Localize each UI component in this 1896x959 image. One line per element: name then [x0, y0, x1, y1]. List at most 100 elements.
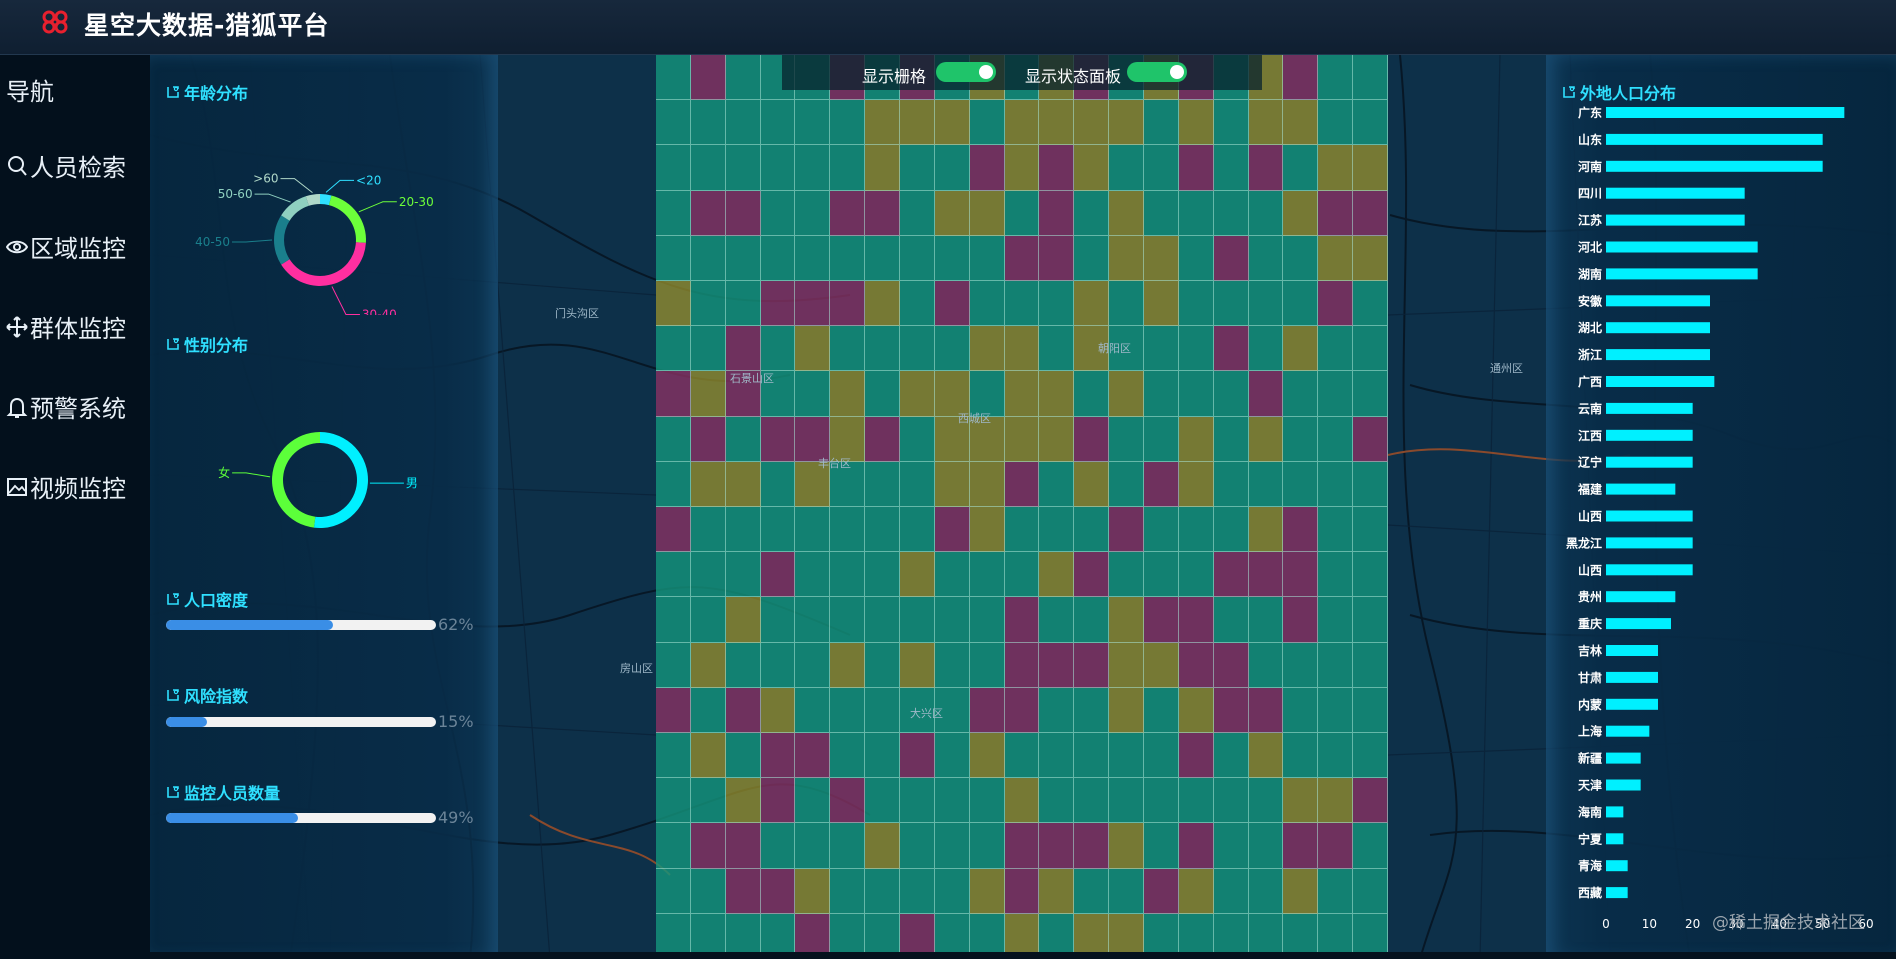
grid-cell[interactable] [934, 823, 970, 869]
grid-cell[interactable] [865, 100, 900, 146]
grid-cell[interactable] [1353, 416, 1388, 462]
grid-cell[interactable] [1283, 326, 1319, 372]
grid-cell[interactable] [760, 281, 796, 327]
grid-cell[interactable] [1109, 416, 1144, 462]
grid-cell[interactable] [865, 642, 900, 688]
grid-cell[interactable] [934, 326, 970, 372]
grid-cell[interactable] [656, 687, 691, 733]
grid-cell[interactable] [934, 778, 970, 824]
grid-cell[interactable] [690, 642, 726, 688]
bar[interactable] [1606, 107, 1845, 118]
grid-cell[interactable] [760, 823, 796, 869]
toggle-panel-switch[interactable] [1127, 62, 1187, 82]
grid-cell[interactable] [690, 326, 726, 372]
grid-cell[interactable] [900, 552, 935, 598]
grid-cell[interactable] [690, 507, 726, 553]
grid-cell[interactable] [795, 281, 831, 327]
grid-cell[interactable] [795, 778, 831, 824]
bar[interactable] [1606, 241, 1758, 253]
grid-cell[interactable] [1144, 642, 1179, 688]
grid-cell[interactable] [1318, 733, 1354, 779]
grid-cell[interactable] [830, 778, 866, 824]
grid-cell[interactable] [1248, 507, 1284, 553]
grid-cell[interactable] [1004, 371, 1040, 417]
grid-cell[interactable] [1318, 100, 1354, 146]
grid-cell[interactable] [1039, 100, 1075, 146]
grid-cell[interactable] [969, 597, 1005, 643]
grid-cell[interactable] [1074, 687, 1110, 733]
grid-cell[interactable] [1213, 461, 1249, 507]
grid-cell[interactable] [1318, 281, 1354, 327]
grid-cell[interactable] [1109, 597, 1144, 643]
age-donut-chart[interactable]: <20 20-30 30-40 40-50 50-60>60 [180, 165, 500, 315]
grid-cell[interactable] [1178, 281, 1214, 327]
grid-cell[interactable] [690, 461, 726, 507]
grid-cell[interactable] [1283, 552, 1319, 598]
bar[interactable] [1606, 295, 1710, 307]
bar[interactable] [1606, 537, 1693, 549]
donut-slice[interactable] [328, 195, 366, 243]
grid-cell[interactable] [1109, 778, 1144, 824]
grid-cell[interactable] [760, 868, 796, 914]
grid-cell[interactable] [760, 778, 796, 824]
grid-cell[interactable] [865, 371, 900, 417]
grid-cell[interactable] [1039, 416, 1075, 462]
grid-cell[interactable] [1178, 823, 1214, 869]
grid-cell[interactable] [1213, 552, 1249, 598]
grid-cell[interactable] [1144, 733, 1179, 779]
grid-cell[interactable] [1004, 687, 1040, 733]
grid-cell[interactable] [1178, 552, 1214, 598]
grid-cell[interactable] [1248, 145, 1284, 191]
grid-cell[interactable] [656, 416, 691, 462]
grid-cell[interactable] [1074, 371, 1110, 417]
grid-cell[interactable] [1039, 778, 1075, 824]
grid-cell[interactable] [1074, 100, 1110, 146]
grid-cell[interactable] [795, 868, 831, 914]
grid-cell[interactable] [760, 461, 796, 507]
grid-cell[interactable] [969, 100, 1005, 146]
grid-cell[interactable] [1213, 823, 1249, 869]
grid-cell[interactable] [1213, 371, 1249, 417]
grid-cell[interactable] [1074, 823, 1110, 869]
grid-cell[interactable] [795, 597, 831, 643]
grid-cell[interactable] [1318, 642, 1354, 688]
grid-cell[interactable] [656, 552, 691, 598]
grid-cell[interactable] [1144, 416, 1179, 462]
grid-cell[interactable] [1213, 326, 1249, 372]
grid-cell[interactable] [1248, 552, 1284, 598]
grid-cell[interactable] [969, 687, 1005, 733]
grid-cell[interactable] [1353, 55, 1388, 101]
grid-cell[interactable] [1144, 145, 1179, 191]
nav-item-alert-system[interactable]: 预警系统 [6, 389, 126, 424]
bar[interactable] [1606, 133, 1823, 145]
grid-cell[interactable] [690, 100, 726, 146]
grid-cell[interactable] [656, 55, 691, 101]
grid-cell[interactable] [865, 687, 900, 733]
grid-cell[interactable] [1074, 778, 1110, 824]
grid-cell[interactable] [1178, 326, 1214, 372]
grid-cell[interactable] [1178, 642, 1214, 688]
grid-cell[interactable] [725, 823, 761, 869]
grid-cell[interactable] [1213, 642, 1249, 688]
grid-cell[interactable] [1213, 190, 1249, 236]
grid-cell[interactable] [1109, 733, 1144, 779]
donut-slice[interactable] [271, 432, 320, 528]
grid-cell[interactable] [1248, 100, 1284, 146]
grid-cell[interactable] [1248, 597, 1284, 643]
grid-cell[interactable] [1074, 281, 1110, 327]
grid-cell[interactable] [1353, 552, 1388, 598]
bar[interactable] [1606, 671, 1658, 683]
grid-cell[interactable] [725, 552, 761, 598]
donut-slice[interactable] [281, 242, 366, 286]
grid-cell[interactable] [1283, 235, 1319, 281]
grid-cell[interactable] [1004, 823, 1040, 869]
grid-cell[interactable] [1283, 868, 1319, 914]
bar[interactable] [1606, 187, 1745, 199]
grid-cell[interactable] [1109, 507, 1144, 553]
grid-cell[interactable] [1109, 642, 1144, 688]
grid-cell[interactable] [1004, 461, 1040, 507]
grid-cell[interactable] [830, 733, 866, 779]
grid-cell[interactable] [969, 507, 1005, 553]
grid-cell[interactable] [1074, 507, 1110, 553]
grid-cell[interactable] [1318, 778, 1354, 824]
